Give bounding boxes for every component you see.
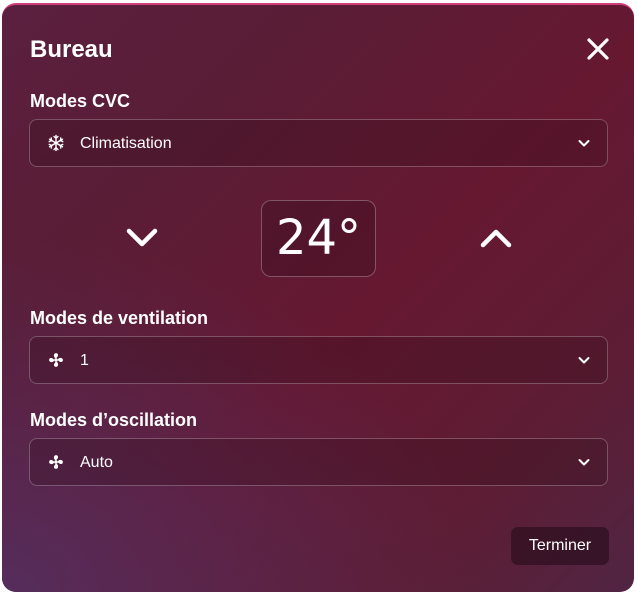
decrease-temperature-button[interactable] <box>122 218 162 258</box>
snowflake-icon <box>48 134 64 152</box>
fan-mode-select[interactable]: 1 <box>29 336 608 384</box>
chevron-down-icon <box>578 357 590 364</box>
close-button[interactable] <box>584 35 612 63</box>
close-icon <box>587 38 609 60</box>
swing-modes-label: Modes d’oscillation <box>30 410 198 430</box>
chevron-up-icon <box>480 229 512 248</box>
chevron-down-icon <box>578 459 590 466</box>
fan-modes-label: Modes de ventilation <box>30 308 209 328</box>
fan-icon <box>49 353 63 367</box>
chevron-down-icon <box>578 140 590 147</box>
fan-icon <box>49 455 63 469</box>
hvac-mode-value: Climatisation <box>80 135 172 152</box>
hvac-mode-select[interactable]: Climatisation <box>29 119 608 167</box>
done-button[interactable]: Terminer <box>511 527 609 565</box>
climate-dialog: Bureau Modes CVC Climatisation 24° Modes… <box>2 3 634 592</box>
swing-mode-value: Auto <box>80 454 113 471</box>
chevron-down-icon <box>126 228 158 247</box>
fan-mode-value: 1 <box>80 352 89 369</box>
temperature-display: 24° <box>261 200 376 277</box>
increase-temperature-button[interactable] <box>476 218 516 258</box>
swing-mode-select[interactable]: Auto <box>29 438 608 486</box>
dialog-title: Bureau <box>30 36 113 63</box>
hvac-modes-label: Modes CVC <box>30 91 131 111</box>
